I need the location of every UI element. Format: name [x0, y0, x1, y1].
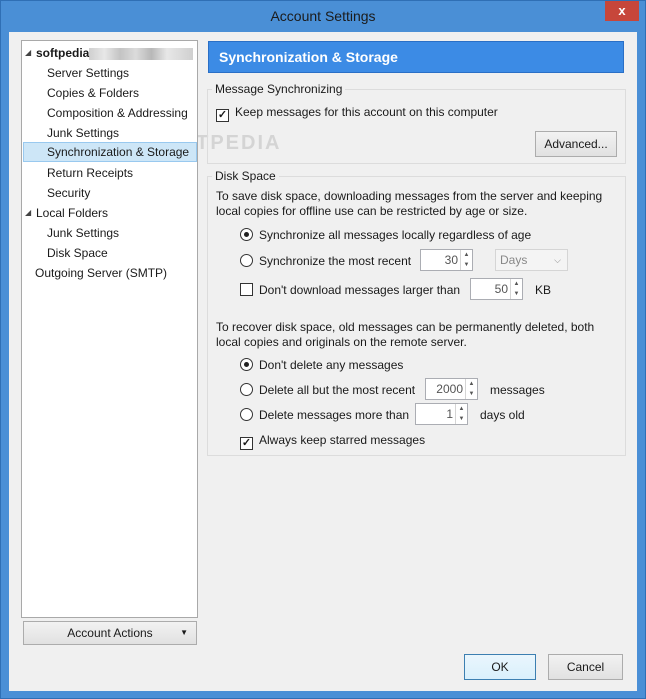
tree-item-return-receipts[interactable]: Return Receipts: [47, 163, 133, 183]
tree-item-local-folders[interactable]: ◢ Local Folders: [22, 203, 197, 223]
radio-icon[interactable]: [240, 254, 253, 267]
stepper-arrows-icon[interactable]: ▲ ▼: [465, 379, 477, 399]
account-tree[interactable]: ◢ softpedia Server Settings Copies & Fol…: [21, 40, 198, 618]
tree-item-disk-space[interactable]: Disk Space: [47, 243, 108, 263]
tree-item-security[interactable]: Security: [47, 183, 90, 203]
stepper-arrows-icon[interactable]: ▲ ▼: [510, 279, 522, 299]
checkbox-checked-icon[interactable]: ✓: [216, 109, 229, 122]
tree-item-server-settings[interactable]: Server Settings: [47, 63, 129, 83]
message-sync-group: Message Synchronizing ✓ Keep messages for…: [207, 82, 626, 164]
collapse-arrow-icon[interactable]: ◢: [25, 43, 35, 63]
keep-starred-checkbox[interactable]: ✓ Always keep starred messages: [240, 431, 425, 450]
dialog-body: SOFTPEDIA ◢ softpedia Server Settings Co…: [9, 32, 637, 691]
checkbox-icon[interactable]: [240, 283, 253, 296]
radio-selected-icon[interactable]: [240, 228, 253, 241]
checkbox-checked-icon[interactable]: ✓: [240, 437, 253, 450]
days-old-unit-label: days old: [480, 408, 525, 422]
dropdown-arrow-icon: ▼: [180, 628, 188, 637]
chevron-down-icon: ⌵: [554, 255, 561, 265]
tree-item-copies-folders[interactable]: Copies & Folders: [47, 83, 139, 103]
tree-item-composition[interactable]: Composition & Addressing: [47, 103, 188, 123]
disk-space-group: Disk Space To save disk space, downloadi…: [207, 169, 626, 456]
stepper-arrows-icon[interactable]: ▲ ▼: [460, 250, 472, 270]
tree-item-account[interactable]: ◢ softpedia: [22, 43, 197, 63]
tree-item-label: softpedia: [36, 46, 90, 60]
title-bar[interactable]: Account Settings x: [1, 1, 645, 32]
stepper-arrows-icon[interactable]: ▲ ▼: [455, 404, 467, 424]
dont-download-checkbox[interactable]: Don't download messages larger than: [240, 281, 460, 299]
window-title: Account Settings: [270, 8, 376, 24]
delete-all-but-stepper[interactable]: 2000 ▲ ▼: [425, 378, 478, 400]
sync-recent-radio[interactable]: Synchronize the most recent: [240, 252, 411, 270]
dont-download-stepper[interactable]: 50 ▲ ▼: [470, 278, 523, 300]
delete-older-stepper[interactable]: 1 ▲ ▼: [415, 403, 468, 425]
close-icon: x: [618, 3, 626, 18]
advanced-button[interactable]: Advanced...: [535, 131, 617, 157]
group-title: Disk Space: [212, 169, 279, 183]
delete-intro-text: To recover disk space, old messages can …: [216, 320, 595, 349]
collapse-arrow-icon[interactable]: ◢: [25, 203, 35, 223]
group-title: Message Synchronizing: [212, 82, 346, 96]
account-actions-button[interactable]: Account Actions ▼: [23, 621, 197, 645]
tree-item-local-junk[interactable]: Junk Settings: [47, 223, 119, 243]
dont-delete-radio[interactable]: Don't delete any messages: [240, 356, 403, 374]
panel-title: Synchronization & Storage: [208, 41, 624, 73]
keep-messages-checkbox[interactable]: ✓ Keep messages for this account on this …: [216, 103, 498, 122]
tree-item-junk-settings[interactable]: Junk Settings: [47, 123, 119, 143]
radio-icon[interactable]: [240, 383, 253, 396]
cancel-button[interactable]: Cancel: [548, 654, 623, 680]
download-intro-text: To save disk space, downloading messages…: [216, 189, 603, 218]
messages-unit-label: messages: [490, 383, 545, 397]
delete-older-radio[interactable]: Delete messages more than: [240, 406, 409, 424]
radio-icon[interactable]: [240, 408, 253, 421]
tree-item-outgoing-server[interactable]: Outgoing Server (SMTP): [35, 263, 167, 283]
close-button[interactable]: x: [605, 1, 639, 21]
obscured-email: [89, 47, 194, 60]
kb-unit-label: KB: [535, 283, 552, 297]
account-settings-window: Account Settings x SOFTPEDIA ◢ softpedia…: [0, 0, 646, 699]
ok-button[interactable]: OK: [464, 654, 536, 680]
sync-all-radio[interactable]: Synchronize all messages locally regardl…: [240, 226, 531, 244]
radio-selected-icon[interactable]: [240, 358, 253, 371]
delete-all-but-radio[interactable]: Delete all but the most recent: [240, 381, 415, 399]
sync-recent-unit-select[interactable]: Days ⌵: [495, 249, 568, 271]
sync-recent-stepper[interactable]: 30 ▲ ▼: [420, 249, 473, 271]
tree-item-sync-storage[interactable]: Synchronization & Storage: [23, 142, 197, 162]
